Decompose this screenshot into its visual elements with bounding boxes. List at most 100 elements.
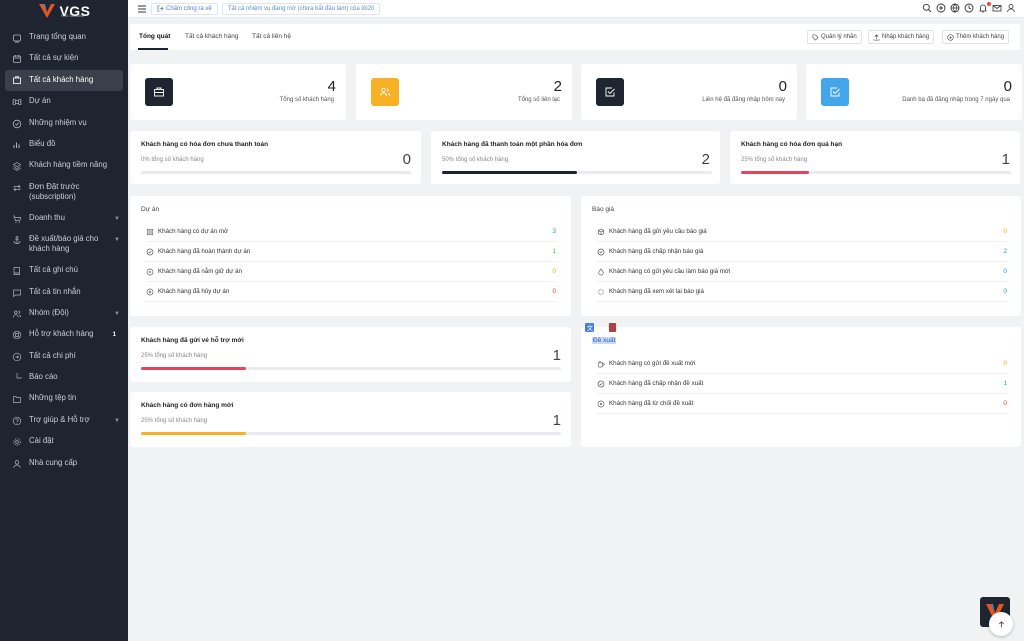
progress-track bbox=[141, 367, 561, 370]
upload-icon bbox=[873, 33, 880, 40]
coffee-icon bbox=[597, 360, 605, 367]
mail-icon[interactable] bbox=[992, 3, 1002, 13]
sidebar-item-10[interactable]: Tất cả ghi chú bbox=[0, 260, 128, 281]
search-icon[interactable] bbox=[922, 3, 932, 13]
sidebar-item-15[interactable]: Báo cáo bbox=[0, 367, 128, 388]
list-item[interactable]: Khách hàng đã xem xét lại báo giá 0 bbox=[597, 282, 1007, 302]
list-item-value: 0 bbox=[1003, 288, 1007, 295]
anchor-icon bbox=[12, 235, 22, 245]
sidebar-item-label: Đơn Đặt trước (subscription) bbox=[29, 181, 80, 201]
list-item-value: 1 bbox=[1003, 380, 1007, 387]
sidebar-item-19[interactable]: Nhà cung cấp bbox=[0, 453, 128, 474]
panel-title: Đề xuất bbox=[592, 337, 617, 344]
sidebar-item-8[interactable]: Doanh thu ▼ bbox=[0, 208, 128, 229]
sidebar-item-label: Tất cả chi phí bbox=[29, 350, 76, 360]
sidebar-item-1[interactable]: Tất cả sự kiện bbox=[0, 48, 128, 69]
sidebar-item-4[interactable]: Những nhiệm vụ bbox=[0, 113, 128, 134]
sidebar-item-6[interactable]: Khách hàng tiềm năng bbox=[0, 155, 128, 176]
sidebar-item-label: Tất cả ghi chú bbox=[29, 265, 78, 275]
stat-contacts-logged-7days[interactable]: 0 Danh bạ đã đăng nhập trong 7 ngày qua bbox=[806, 64, 1022, 120]
sidebar-item-11[interactable]: Tất cả tin nhắn bbox=[0, 282, 128, 303]
gear-icon bbox=[12, 437, 22, 447]
calendar-icon bbox=[12, 54, 22, 64]
sidebar-item-7[interactable]: Đơn Đặt trước (subscription) bbox=[0, 177, 128, 208]
progress-fill bbox=[442, 171, 577, 174]
check-circle-icon bbox=[597, 380, 605, 387]
import-clients-button[interactable]: Nhập khách hàng bbox=[868, 30, 935, 44]
estimates-panel: Báo giá Khách hàng đã gửi yêu cầu báo gi… bbox=[581, 196, 1021, 316]
sidebar-item-3[interactable]: Dự án bbox=[0, 91, 128, 112]
card-subtitle: 25% tổng số khách hàng bbox=[741, 157, 808, 163]
translate-icon[interactable]: 文 bbox=[585, 323, 594, 332]
globe-icon[interactable] bbox=[950, 3, 960, 13]
sidebar: VGS VGS Solutions Trang tổng quan Tất cả … bbox=[0, 0, 128, 641]
stat-value: 0 bbox=[1003, 78, 1012, 95]
list-item[interactable]: Khách hàng đã gửi yêu cầu báo giá 0 bbox=[597, 222, 1007, 242]
open-tasks-label: Tất cả nhiệm vụ đang mở (chưa bắt đầu là… bbox=[227, 5, 375, 12]
menu-toggle-icon[interactable] bbox=[137, 4, 147, 14]
progress-fill bbox=[741, 171, 809, 174]
card-new-orders[interactable]: Khách hàng có đơn hàng mới 25% tổng số k… bbox=[130, 392, 571, 447]
list-item[interactable]: Khách hàng đã chấp nhận báo giá 2 bbox=[597, 242, 1007, 262]
users-icon bbox=[12, 309, 22, 319]
sidebar-item-2[interactable]: Tất cả khách hàng bbox=[5, 69, 123, 92]
book-icon[interactable] bbox=[608, 323, 617, 332]
sidebar-item-9[interactable]: Đề xuất/báo giá cho khách hàng ▼ bbox=[0, 229, 128, 260]
list-item[interactable]: Khách hàng có dự án mở 3 bbox=[146, 222, 556, 242]
sign-out-icon bbox=[157, 5, 164, 12]
check-square-icon bbox=[830, 87, 840, 97]
card-value: 1 bbox=[1001, 151, 1010, 168]
sidebar-item-0[interactable]: Trang tổng quan bbox=[0, 27, 128, 48]
clock-icon[interactable] bbox=[964, 3, 974, 13]
sidebar-item-12[interactable]: Nhóm (Đội) ▼ bbox=[0, 303, 128, 324]
progress-track bbox=[141, 171, 411, 174]
list-item-label: Khách hàng đã chấp nhận đề xuất bbox=[609, 380, 704, 387]
sidebar-item-label: Những nhiệm vụ bbox=[29, 117, 87, 127]
stat-total-contacts[interactable]: 2 Tổng số liên lạc bbox=[356, 64, 572, 120]
anchor-icon bbox=[13, 236, 21, 244]
stat-total-clients[interactable]: 4 Tổng số khách hàng bbox=[130, 64, 346, 120]
sidebar-item-13[interactable]: Hỗ trợ khách hàng 1 bbox=[0, 324, 128, 345]
add-client-button[interactable]: Thêm khách hàng bbox=[942, 30, 1010, 44]
manage-labels-button[interactable]: Quản lý nhãn bbox=[807, 30, 862, 44]
sidebar-item-label: Khách hàng tiềm năng bbox=[29, 160, 108, 170]
sidebar-item-14[interactable]: Tất cả chi phí bbox=[0, 346, 128, 367]
add-icon[interactable] bbox=[936, 3, 946, 13]
card-new-tickets[interactable]: Khách hàng đã gửi vé hỗ trợ mới 25% tổng… bbox=[130, 327, 571, 382]
tab-all-clients[interactable]: Tất cả khách hàng bbox=[185, 33, 238, 40]
repeat-icon bbox=[13, 184, 21, 191]
tab-all-contacts[interactable]: Tất cả liên hệ bbox=[252, 33, 291, 40]
sidebar-item-16[interactable]: Những tệp tin bbox=[0, 388, 128, 409]
list-item[interactable]: Khách hàng đã hoàn thành dự án 1 bbox=[146, 242, 556, 262]
list-item-value: 3 bbox=[552, 228, 556, 235]
list-item-label: Khách hàng đã chấp nhận báo giá bbox=[609, 248, 704, 255]
list-item[interactable]: Khách hàng đã nắm giữ dự án 0 bbox=[146, 262, 556, 282]
open-tasks-button[interactable]: Tất cả nhiệm vụ đang mở (chưa bắt đầu là… bbox=[221, 2, 381, 15]
sidebar-item-label: Tất cả tin nhắn bbox=[29, 286, 81, 296]
sidebar-item-17[interactable]: Trợ giúp & Hỗ trợ ▼ bbox=[0, 410, 128, 431]
box-icon bbox=[597, 228, 605, 235]
list-item[interactable]: Khách hàng đã từ chối đề xuất 0 bbox=[597, 394, 1007, 414]
list-item[interactable]: Khách hàng đã chấp nhận đề xuất 1 bbox=[597, 374, 1007, 394]
card-overdue-invoices[interactable]: Khách hàng có hóa đơn quá hạn 25% tổng s… bbox=[730, 131, 1020, 184]
card-partial-paid-invoices[interactable]: Khách hàng đã thanh toán một phần hóa đơ… bbox=[431, 131, 720, 184]
chevron-down-icon: ▼ bbox=[114, 310, 120, 317]
sidebar-item-label: Dự án bbox=[29, 96, 51, 106]
sidebar-item-5[interactable]: Biểu đồ bbox=[0, 134, 128, 155]
brand-logo[interactable]: VGS bbox=[0, 0, 128, 22]
support-icon bbox=[12, 330, 22, 340]
sidebar-item-label: Tất cả khách hàng bbox=[29, 75, 94, 85]
stat-contacts-logged-today[interactable]: 0 Liên hệ đã đăng nhập hôm nay bbox=[581, 64, 797, 120]
clock-out-button[interactable]: Chấm công ra về bbox=[151, 2, 218, 15]
layers-icon bbox=[12, 162, 22, 172]
card-unpaid-invoices[interactable]: Khách hàng có hóa đơn chưa thanh toán 0%… bbox=[130, 131, 421, 184]
tab-overview[interactable]: Tổng quát bbox=[139, 33, 170, 40]
chat-launcher-button[interactable] bbox=[989, 612, 1013, 636]
list-item[interactable]: Khách hàng có gửi đề xuất mới 0 bbox=[597, 354, 1007, 374]
tabs-bar: Tổng quát Tất cả khách hàng Tất cả liên … bbox=[130, 24, 1020, 50]
card-subtitle: 25% tổng số khách hàng bbox=[141, 353, 208, 359]
sidebar-item-18[interactable]: Cài đặt bbox=[0, 431, 128, 452]
list-item[interactable]: Khách hàng có gửi yêu cầu làm báo giá mớ… bbox=[597, 262, 1007, 282]
user-avatar-icon[interactable] bbox=[1006, 3, 1016, 13]
list-item[interactable]: Khách hàng đã hủy dự án 0 bbox=[146, 282, 556, 302]
